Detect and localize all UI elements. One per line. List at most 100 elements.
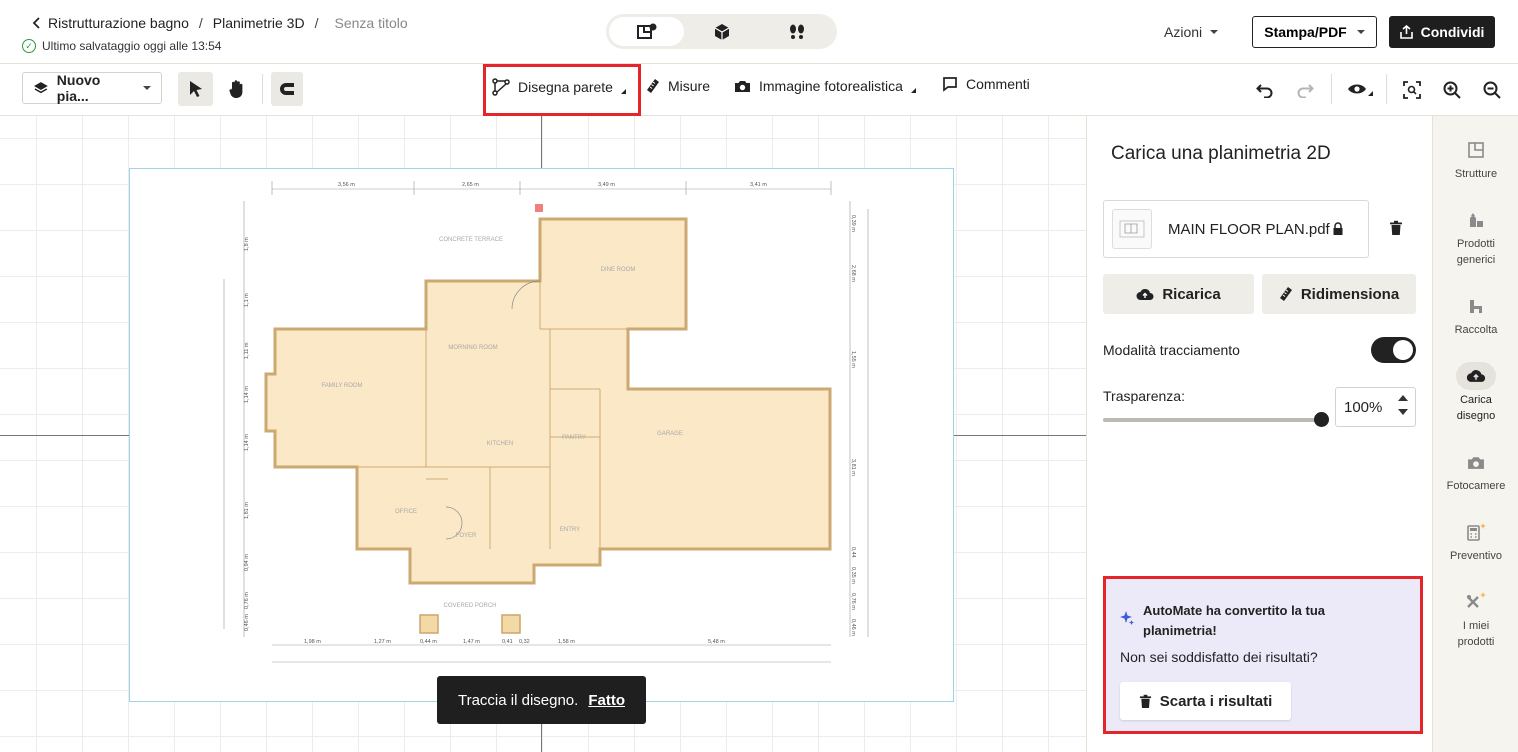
rail-item-collection[interactable]: Raccolta xyxy=(1433,292,1518,338)
measures-label: Misure xyxy=(668,78,711,94)
caret-down-icon xyxy=(143,86,151,90)
fit-screen-icon xyxy=(1403,81,1421,99)
share-button[interactable]: Condividi xyxy=(1389,16,1495,48)
redo-button[interactable] xyxy=(1294,79,1316,101)
zoom-out-icon xyxy=(1483,81,1501,99)
zoom-in-button[interactable] xyxy=(1441,79,1463,101)
uploaded-file-card: MAIN FLOOR PLAN.pdf xyxy=(1103,200,1369,258)
print-pdf-label: Stampa/PDF xyxy=(1264,24,1347,40)
photorealistic-image-button[interactable]: Immagine fotorealistica xyxy=(734,78,916,94)
eye-icon xyxy=(1348,84,1373,96)
toast-done-link[interactable]: Fatto xyxy=(588,692,625,709)
document-title[interactable]: Senza titolo xyxy=(334,15,407,31)
rail-item-cameras[interactable]: Fotocamere xyxy=(1433,448,1518,494)
plan-dim-bottom: 0,44 m xyxy=(420,639,437,645)
transparency-label: Trasparenza: xyxy=(1103,388,1185,404)
camera-icon xyxy=(735,81,750,92)
breadcrumb: Ristrutturazione bagno / Planimetrie 3D … xyxy=(32,15,408,31)
plan-dim-top: 2,65 m xyxy=(462,182,479,188)
comments-button[interactable]: Commenti xyxy=(942,76,1030,92)
breadcrumb-item-planimetrie[interactable]: Planimetrie 3D xyxy=(213,15,305,31)
zoom-out-button[interactable] xyxy=(1481,79,1503,101)
breadcrumb-separator: / xyxy=(198,15,203,31)
rail-item-upload-drawing[interactable]: Carica disegno xyxy=(1433,362,1518,424)
transparency-stepper[interactable] xyxy=(1398,395,1408,415)
plan-dim-top: 3,56 m xyxy=(338,182,355,188)
breadcrumb-separator: / xyxy=(314,15,319,31)
increment-arrow-icon[interactable] xyxy=(1398,395,1408,401)
share-label: Condividi xyxy=(1420,24,1485,40)
room-label: PANTRY xyxy=(562,435,586,441)
rail-item-my-products[interactable]: I miei prodotti xyxy=(1433,588,1518,650)
pan-tool-button[interactable] xyxy=(219,72,254,106)
plan-dim-left: 0,76 m xyxy=(244,592,250,609)
rail-item-generic-products[interactable]: Prodotti generici xyxy=(1433,206,1518,268)
draw-wall-button[interactable]: Disegna parete xyxy=(492,78,626,96)
rail-item-estimate[interactable]: Preventivo xyxy=(1433,518,1518,564)
transparency-slider[interactable] xyxy=(1103,412,1329,427)
transparency-input[interactable]: 100% xyxy=(1335,387,1416,427)
check-circle-icon: ✓ xyxy=(22,39,36,53)
resize-button[interactable]: Ridimensiona xyxy=(1262,274,1416,314)
layer-select[interactable]: Nuovo pia... xyxy=(22,72,162,104)
breadcrumb-item-project[interactable]: Ristrutturazione bagno xyxy=(48,15,189,31)
photorealistic-image-label: Immagine fotorealistica xyxy=(759,78,903,94)
rail-label: Carica disegno xyxy=(1456,394,1496,422)
file-name: MAIN FLOOR PLAN.pdf xyxy=(1168,221,1344,238)
drawing-canvas[interactable]: 3,56 m 2,65 m 3,49 m 3,41 m 1,98 m 1,27 … xyxy=(0,116,1086,752)
rail-label: Raccolta xyxy=(1454,324,1498,336)
structures-icon xyxy=(1456,136,1496,164)
top-bar: Ristrutturazione bagno / Planimetrie 3D … xyxy=(0,0,1518,64)
plan-dim-right: 0,46 m xyxy=(850,619,856,636)
save-status-text: Ultimo salvataggio oggi alle 13:54 xyxy=(42,39,222,53)
view-mode-walk[interactable] xyxy=(759,17,834,46)
ruler-icon xyxy=(1279,287,1292,301)
delete-file-button[interactable] xyxy=(1389,220,1403,241)
snap-magnet-button[interactable] xyxy=(271,72,303,106)
trash-icon xyxy=(1390,220,1402,235)
lock-icon xyxy=(1333,222,1343,235)
ruler-icon xyxy=(647,79,659,93)
room-label: DINE ROOM xyxy=(601,267,636,273)
back-chevron-icon[interactable] xyxy=(32,17,42,29)
rail-item-structures[interactable]: Strutture xyxy=(1433,136,1518,182)
view-mode-3d[interactable] xyxy=(684,17,759,46)
tracing-mode-toggle[interactable] xyxy=(1371,337,1416,363)
upload-cloud-icon xyxy=(1456,362,1496,390)
undo-button[interactable] xyxy=(1254,79,1276,101)
room-label: COVERED PORCH xyxy=(443,603,496,609)
transparency-slider-fill xyxy=(1103,418,1321,422)
floor-plan-thumbnail-icon xyxy=(1119,220,1145,238)
plan-dim-top: 3,41 m xyxy=(750,182,767,188)
reload-button[interactable]: Ricarica xyxy=(1103,274,1254,314)
plan-dim-left: 1,81 m xyxy=(244,502,250,519)
plan-dim-top: 3,49 m xyxy=(598,182,615,188)
room-label: ENTRY xyxy=(560,527,580,533)
view-mode-2d-3d[interactable] xyxy=(609,17,684,46)
redo-icon xyxy=(1297,84,1314,98)
transparency-slider-handle[interactable] xyxy=(1314,412,1329,427)
toolbar-divider xyxy=(262,74,263,104)
caret-down-icon xyxy=(1210,30,1219,34)
plan-dim-bottom: 0,41 xyxy=(502,639,513,645)
actions-menu[interactable]: Azioni xyxy=(1164,24,1219,40)
draw-wall-label: Disegna parete xyxy=(518,79,613,95)
plan-dim-left: 1,8 m xyxy=(244,237,250,251)
panel-title: Carica una planimetria 2D xyxy=(1111,143,1331,164)
floor-plan-drawing: 3,56 m 2,65 m 3,49 m 3,41 m 1,98 m 1,27 … xyxy=(223,181,869,663)
plan-dim-bottom: 0,32 xyxy=(519,639,530,645)
fit-view-button[interactable] xyxy=(1401,79,1423,101)
trace-toast: Traccia il disegno. Fatto xyxy=(437,676,646,724)
decrement-arrow-icon[interactable] xyxy=(1398,409,1408,415)
print-pdf-button[interactable]: Stampa/PDF xyxy=(1252,16,1377,48)
plan-dim-left: 1,14 m xyxy=(244,434,250,451)
select-tool-button[interactable] xyxy=(178,72,213,106)
room-label: FAMILY ROOM xyxy=(321,383,362,389)
visibility-menu-button[interactable] xyxy=(1346,79,1374,101)
room-label: CONCRETE TERRACE xyxy=(439,237,503,243)
measures-button[interactable]: Misure xyxy=(646,78,710,94)
plan-dim-bottom: 1,47 m xyxy=(463,639,480,645)
plan-dim-left: 1,11 m xyxy=(244,342,250,359)
floor-plan-image[interactable]: 3,56 m 2,65 m 3,49 m 3,41 m 1,98 m 1,27 … xyxy=(129,168,954,702)
room-label: GARAGE xyxy=(657,431,683,437)
